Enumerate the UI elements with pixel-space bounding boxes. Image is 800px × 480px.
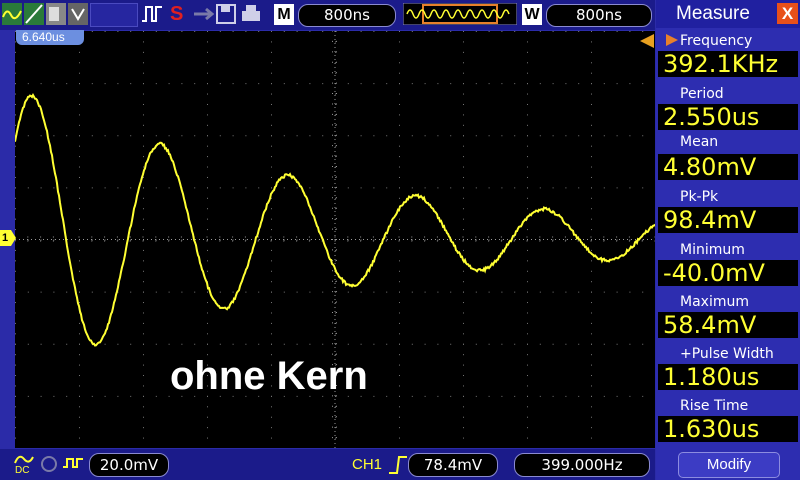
measure-label-minimum: Minimum <box>680 242 745 258</box>
measure-label-frequency: Frequency <box>680 33 752 49</box>
vector-display-icon[interactable] <box>24 3 44 25</box>
rising-edge-icon[interactable] <box>388 455 408 475</box>
bottom-status-bar: DC 20.0mV CH1 78.4mV 399.000Hz <box>0 449 655 480</box>
measure-label-rise-time: Rise Time <box>680 398 748 414</box>
display-mode-icon[interactable] <box>68 3 88 25</box>
main-timebase-label: M <box>274 4 294 25</box>
trigger-level-marker-icon <box>640 34 654 48</box>
channel1-marker-label: 1 <box>2 230 14 246</box>
print-icon[interactable] <box>240 3 262 25</box>
close-button[interactable]: X <box>777 3 798 24</box>
measure-label-maximum: Maximum <box>680 294 749 310</box>
trigger-edge-icon <box>140 3 164 25</box>
measure-label-pulse-width: +Pulse Width <box>680 346 774 362</box>
delayed-timebase-readout[interactable]: 800ns <box>546 4 652 27</box>
overlay-caption: ohne Kern <box>170 354 368 399</box>
measure-value-pkpk[interactable]: 98.4mV <box>658 207 798 233</box>
measure-value-period[interactable]: 2.550us <box>658 104 798 130</box>
usb-icon <box>192 3 214 25</box>
volts-div-readout[interactable]: 20.0mV <box>89 453 169 477</box>
waveform-icon[interactable] <box>2 3 22 25</box>
delayed-timebase-label: W <box>522 4 542 25</box>
measure-value-pulse-width[interactable]: 1.180us <box>658 364 798 390</box>
status-box <box>90 3 138 27</box>
trigger-time-tag: 6.640us <box>16 30 84 45</box>
measure-value-frequency[interactable]: 392.1KHz <box>658 51 798 77</box>
measure-label-pkpk: Pk-Pk <box>680 189 718 205</box>
channel1-icon[interactable] <box>14 453 34 465</box>
save-icon[interactable] <box>216 3 236 25</box>
top-toolbar: S M 800ns W 800ns <box>0 0 655 30</box>
trigger-channel-label: CH1 <box>352 456 382 473</box>
selected-item-arrow-icon <box>666 34 678 46</box>
measure-value-minimum[interactable]: -40.0mV <box>658 260 798 286</box>
measure-value-maximum[interactable]: 58.4mV <box>658 312 798 338</box>
measure-value-mean[interactable]: 4.80mV <box>658 154 798 180</box>
persist-icon[interactable] <box>46 3 66 25</box>
trigger-level-readout[interactable]: 78.4mV <box>408 453 498 477</box>
measure-panel: Measure X Frequency 392.1KHz Period 2.55… <box>656 0 800 480</box>
invert-icon <box>62 455 84 473</box>
measure-title: Measure <box>676 3 750 25</box>
timebase-readout[interactable]: 800ns <box>298 4 396 27</box>
measure-header: Measure X <box>656 0 800 28</box>
modify-button[interactable]: Modify <box>678 452 780 478</box>
measure-label-mean: Mean <box>680 134 718 150</box>
run-state-indicator: S <box>170 3 183 26</box>
memory-depth-icon <box>403 3 517 25</box>
trigger-frequency-readout: 399.000Hz <box>514 453 650 477</box>
measure-label-period: Period <box>680 86 724 102</box>
coupling-label: DC <box>15 465 29 476</box>
measure-value-rise-time[interactable]: 1.630us <box>658 416 798 442</box>
bandwidth-limit-icon <box>40 455 58 473</box>
